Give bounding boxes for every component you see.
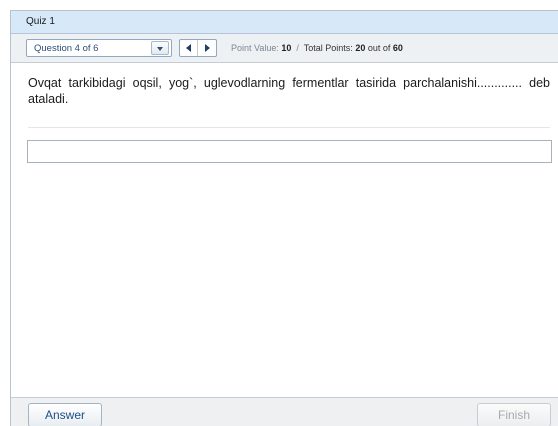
total-points-label: Total Points: xyxy=(303,43,353,53)
answer-input[interactable] xyxy=(27,140,552,163)
quiz-footer: Answer Finish xyxy=(11,397,558,426)
question-select[interactable]: Question 4 of 6 xyxy=(26,39,172,57)
question-dropdown-button[interactable] xyxy=(151,41,169,55)
chevron-down-icon xyxy=(157,47,163,51)
total-points: 20 xyxy=(355,43,366,53)
points-separator: / xyxy=(296,43,299,53)
out-of-label: out of xyxy=(367,43,391,53)
point-value: 10 xyxy=(281,43,292,53)
max-points: 60 xyxy=(392,43,403,53)
point-value-label: Point Value: xyxy=(231,43,279,53)
finish-button[interactable]: Finish xyxy=(477,403,551,426)
triangle-left-icon xyxy=(186,44,191,52)
question-nav xyxy=(179,39,217,57)
question-text: Ovqat tarkibidagi oqsil, yog`, uglevodla… xyxy=(28,76,550,106)
question-divider xyxy=(28,127,550,128)
quiz-window: Quiz 1 Question 4 of 6 Point Value: 10 /… xyxy=(10,10,558,426)
quiz-toolbar: Question 4 of 6 Point Value: 10 / Total … xyxy=(11,34,558,63)
points-info: Point Value: 10 / Total Points: 20 out o… xyxy=(231,43,403,53)
next-question-button[interactable] xyxy=(198,40,216,56)
prev-question-button[interactable] xyxy=(180,40,198,56)
window-title: Quiz 1 xyxy=(11,11,558,34)
triangle-right-icon xyxy=(205,44,210,52)
answer-button[interactable]: Answer xyxy=(28,403,102,426)
question-select-value: Question 4 of 6 xyxy=(34,43,99,54)
